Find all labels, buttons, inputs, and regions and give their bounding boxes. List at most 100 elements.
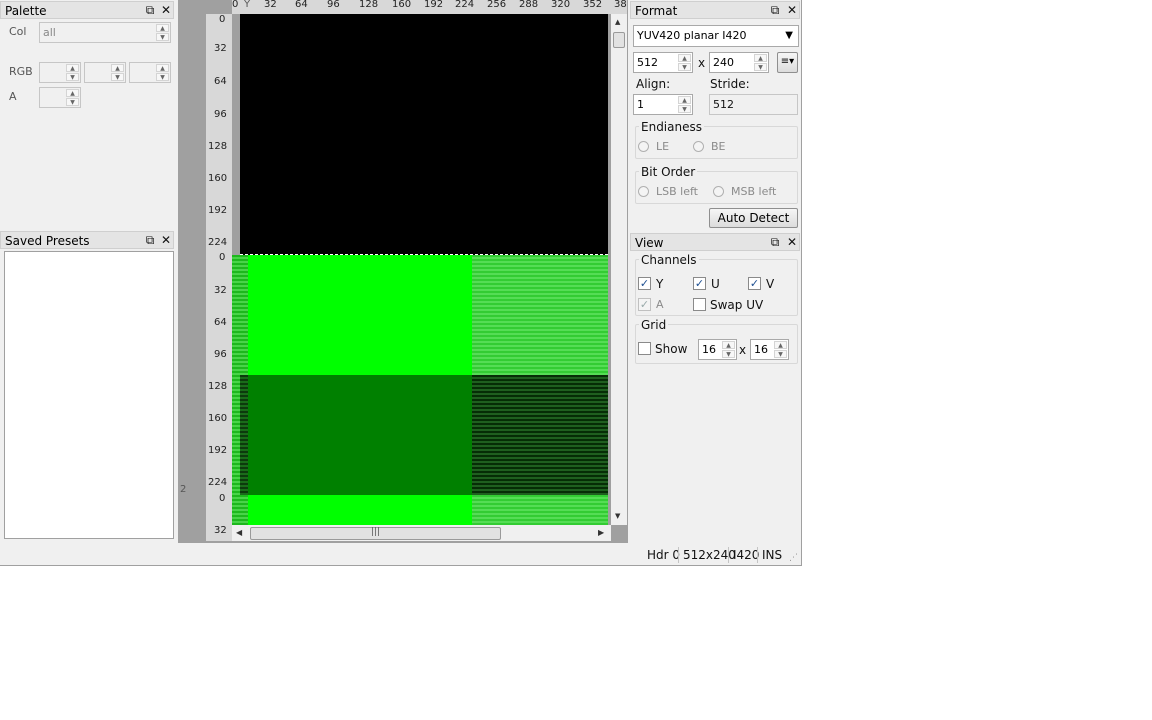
ruler-tick: 0 [232,0,239,10]
chevron-down-icon[interactable]: ▼ [785,26,793,46]
a-label: A [656,298,664,311]
grid-height-spinner[interactable]: ▲ ▼ [774,341,787,358]
status-mode: INS [762,548,783,562]
scroll-up-icon[interactable]: ▲ [615,18,620,26]
width-input[interactable]: 512 ▲ ▼ [633,52,693,73]
ruler-tick: 96 [214,109,227,120]
ruler-tick: 64 [295,0,308,10]
height-input[interactable]: 240 ▲ ▼ [709,52,769,73]
size-menu-button[interactable]: ≡▾ [777,52,798,73]
format-dock-title: Format ⧉ ✕ [630,1,800,19]
u-label: U [711,277,720,291]
blue-spinner[interactable]: ▲ ▼ [156,64,169,81]
ruler-tick: 32 [264,0,277,10]
width-spinner[interactable]: ▲ ▼ [678,54,691,71]
ruler-tick: 32 [214,525,227,536]
lsb-radio[interactable] [638,186,649,197]
green-striped-block[interactable] [472,255,608,375]
close-icon[interactable]: ✕ [785,234,799,250]
grid-width-input[interactable]: 16 ▲ ▼ [698,339,737,360]
red-spinner[interactable]: ▲ ▼ [66,64,79,81]
swap-uv-checkbox[interactable] [693,298,706,311]
green-block[interactable] [248,255,472,375]
float-icon[interactable]: ⧉ [768,2,782,18]
align-input[interactable]: 1 ▲ ▼ [633,94,693,115]
ruler-tick: 96 [214,349,227,360]
close-icon[interactable]: ✕ [159,2,173,18]
ruler-tick: 352 [583,0,603,10]
le-radio[interactable] [638,141,649,152]
float-icon[interactable]: ⧉ [143,2,157,18]
ruler-tick: 64 [214,317,227,328]
ruler-tick: 224 [208,237,228,248]
col-value: all [43,26,56,39]
alpha-spinner[interactable]: ▲ ▼ [66,89,79,106]
format-title: Format [635,4,678,18]
y-checkbox[interactable]: ✓ [638,277,651,290]
ruler-tick: 96 [327,0,340,10]
green-block-bottom[interactable] [248,495,472,525]
le-label: LE [656,140,670,153]
ruler-tick: 224 [455,0,475,10]
float-icon[interactable]: ⧉ [768,234,782,250]
ruler-tick: 0 [219,252,226,263]
width-value: 512 [637,56,658,69]
ruler-tick: 32 [214,43,227,54]
v-checkbox[interactable]: ✓ [748,277,761,290]
top-ruler: Y 0 32 64 96 128 160 192 224 256 288 320… [232,0,627,14]
rgb-label: RGB [9,65,33,78]
status-divider [678,547,679,563]
presets-list[interactable] [4,251,174,539]
ruler-tick: 160 [208,173,228,184]
red-input[interactable]: ▲ ▼ [39,62,81,83]
grid-width-spinner[interactable]: ▲ ▼ [722,341,735,358]
a-checkbox[interactable]: ✓ [638,298,651,311]
vertical-scrollbar[interactable]: ▲ ▼ [611,14,627,525]
application-window: Palette ⧉ ✕ Col all ▲ ▼ RGB ▲ ▼ ▲ ▼ ▲ ▼ A ▲ ▼… [0,0,802,566]
green-input[interactable]: ▲ ▼ [84,62,126,83]
dark-green-block[interactable] [248,375,472,495]
alpha-input[interactable]: ▲ ▼ [39,87,81,108]
u-checkbox[interactable]: ✓ [693,277,706,290]
horizontal-scroll-thumb[interactable]: ||| [250,527,501,540]
scroll-down-icon[interactable]: ▼ [615,512,620,520]
height-spinner[interactable]: ▲ ▼ [754,54,767,71]
ruler-tick: 192 [208,205,228,216]
resize-grip-icon[interactable]: ⋰ [789,553,798,563]
close-icon[interactable]: ✕ [159,232,173,248]
show-grid-checkbox[interactable] [638,342,651,355]
lsb-label: LSB left [656,185,698,198]
float-icon[interactable]: ⧉ [143,232,157,248]
close-icon[interactable]: ✕ [785,2,799,18]
format-select[interactable]: YUV420 planar I420 ▼ [633,25,799,47]
dark-striped-block[interactable] [472,375,608,495]
bitorder-label: Bit Order [639,165,698,179]
stride-value: 512 [713,98,734,111]
ruler-tick: 320 [551,0,571,10]
green-striped-block-bottom[interactable] [472,495,608,525]
vertical-scroll-thumb[interactable] [613,32,625,48]
ruler-tick: 224 [208,477,228,488]
blue-input[interactable]: ▲ ▼ [129,62,171,83]
y-label: Y [656,277,664,291]
be-radio[interactable] [693,141,704,152]
col-spinner[interactable]: ▲ ▼ [156,24,169,41]
ruler-tick: 38 [614,0,627,10]
ruler-tick: 0 [219,14,226,25]
auto-detect-button[interactable]: Auto Detect [709,208,798,228]
chroma-strip-left-dark [240,375,248,495]
scroll-left-icon[interactable]: ◀ [236,528,242,537]
grid-width-value: 16 [702,343,716,356]
status-divider [757,547,758,563]
left-ruler: 0 32 64 96 128 160 192 224 0 32 64 96 12… [206,14,232,541]
horizontal-scrollbar[interactable]: ◀ ||| ▶ [232,525,611,541]
col-input[interactable]: all ▲ ▼ [39,22,171,43]
height-value: 240 [713,56,734,69]
luma-plane-block[interactable] [240,14,608,255]
align-spinner[interactable]: ▲ ▼ [678,96,691,113]
ruler-tick: 128 [208,381,228,392]
scroll-right-icon[interactable]: ▶ [598,528,604,537]
msb-radio[interactable] [713,186,724,197]
grid-height-input[interactable]: 16 ▲ ▼ [750,339,789,360]
green-spinner[interactable]: ▲ ▼ [111,64,124,81]
